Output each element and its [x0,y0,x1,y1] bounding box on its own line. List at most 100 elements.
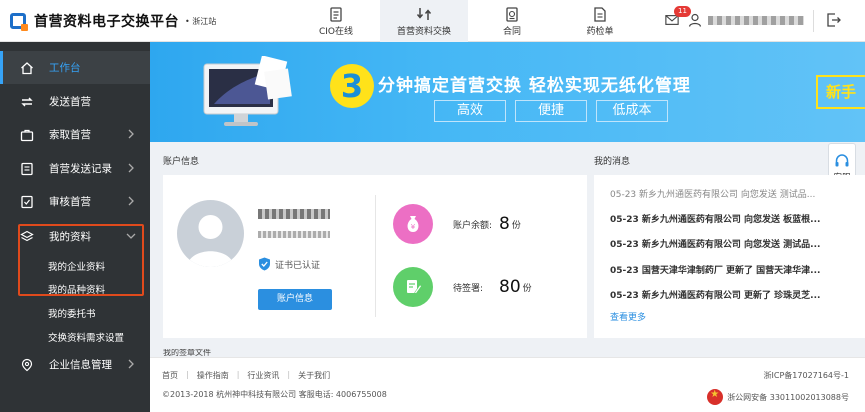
account-name-redacted [258,209,330,219]
tab-drug-report[interactable]: 药检单 [556,0,644,42]
tab-exchange[interactable]: 首营资料交换 [380,0,468,42]
main-nav: CIO在线 首营资料交换 合同 药检单 11 [292,0,700,42]
sidebar-item-label: 发送首营 [49,96,91,108]
avatar-silhouette-icon [187,215,234,267]
pending-unit: 份 [522,283,532,294]
police-emblem-icon [707,389,724,405]
approve-icon [21,195,33,208]
footer-link-home[interactable]: 首页 [162,370,178,381]
logo-station: • 浙江站 [185,16,217,26]
user-icon [688,13,702,27]
briefcase-icon [20,129,34,141]
tab-contract-label: 合同 [502,26,521,37]
pending-stat: 待签署: 80 份 [393,267,532,307]
balance-stat: ¥ 账户余额: 8 份 [393,204,521,244]
balance-label: 账户余额: [453,220,493,231]
tab-contract[interactable]: 合同 [468,0,556,42]
promo-banner[interactable]: 3 分钟搞定首营交换 轻松实现无纸化管理 高效 便捷 低成本 新手 [150,42,865,142]
footer-links: 首页 | 操作指南 | 行业资讯 | 关于我们 [162,370,331,381]
footer-icp[interactable]: 浙ICP备17027164号-1 [764,370,849,381]
banner-headline: 分钟搞定首营交换 轻松实现无纸化管理 [378,76,691,96]
chevron-right-icon [128,196,134,206]
pending-label: 待签署: [453,283,484,294]
message-item[interactable]: 05-23 新乡九州通医药有限公司 向您发送 板蓝根... [610,212,820,225]
banner-pill: 高效 [434,100,506,122]
logout-icon [827,13,841,27]
message-item[interactable]: 05-23 新乡九州通医药有限公司 向您发送 测试品... [610,187,815,200]
footer-police-record[interactable]: 浙公网安备 33011002013088号 [707,389,849,405]
sidebar-item-label: 工作台 [49,62,81,74]
footer-link-guide[interactable]: 操作指南 [197,370,229,381]
header-divider [813,10,814,32]
chevron-right-icon [128,359,134,369]
sidebar-item-request[interactable]: 索取首营 [0,118,150,151]
footer-copyright: ©2013-2018 杭州神中科技有限公司 客服电话: 4006755008 [162,390,387,399]
shield-check-icon [259,257,270,271]
message-item[interactable]: 05-23 国营天津华津制药厂 更新了 国营天津华津... [610,263,820,276]
messages-card: 05-23 新乡九州通医药有限公司 向您发送 测试品... 05-23 新乡九州… [594,175,865,338]
sidebar-item-label: 企业信息管理 [49,359,112,371]
headset-icon [835,154,849,167]
pending-value: 80 [499,277,521,297]
list-icon [21,162,33,175]
signed-files-section: 我的签章文件 [150,345,865,357]
tab-drug-report-label: 药检单 [586,26,614,37]
sync-icon [21,97,33,106]
banner-pill: 低成本 [596,100,668,122]
user-menu[interactable] [688,13,804,27]
certificate-text: 证书已认证 [275,260,321,271]
account-info-button[interactable]: 账户信息 [258,289,332,310]
signed-files-section-title: 我的签章文件 [163,349,211,357]
home-icon [21,61,33,74]
sidebar-item-send-records[interactable]: 首营发送记录 [0,152,150,185]
svg-text:¥: ¥ [411,223,416,231]
document-icon [594,6,606,22]
money-bag-icon: ¥ [393,204,433,244]
balance-unit: 份 [511,220,521,231]
banner-number: 3 [330,64,374,108]
user-name-redacted [708,15,804,25]
tab-cio-online-label: CIO在线 [318,26,354,37]
sidebar-subitem-power-of-attorney[interactable]: 我的委托书 [48,306,96,320]
sidebar-item-send[interactable]: 发送首营 [0,85,150,118]
footer-link-news[interactable]: 行业资讯 [247,370,279,381]
sidebar-item-review[interactable]: 审核首营 [0,185,150,218]
account-divider [375,195,376,317]
chevron-right-icon [128,163,134,173]
exchange-icon [416,7,432,20]
sidebar-item-label: 首营发送记录 [49,163,112,175]
chevron-right-icon [128,129,134,139]
tab-cio-online[interactable]: CIO在线 [292,0,380,42]
avatar [177,200,244,267]
footer-police-text: 浙公网安备 33011002013088号 [727,392,849,402]
banner-pills: 高效 便捷 低成本 [434,100,677,122]
logo[interactable]: 首营资料电子交换平台 • 浙江站 [10,11,216,31]
top-bar: 首营资料电子交换平台 • 浙江站 CIO在线 首营资料交换 合同 药检单 11 [0,0,865,42]
logout-button[interactable] [826,12,842,31]
monitor-illustration-icon [203,56,292,126]
messages-section-title: 我的消息 [594,157,631,167]
account-card: 证书已认证 账户信息 ¥ 账户余额: 8 份 待签署: 80 份 [163,175,587,338]
annotation-highlight-box [18,224,144,296]
clipboard-icon [330,6,342,22]
footer-link-about[interactable]: 关于我们 [298,370,330,381]
sidebar-item-workbench[interactable]: 工作台 [0,51,150,84]
logo-mark-icon [10,13,28,31]
account-section-title: 账户信息 [163,157,200,167]
message-item[interactable]: 05-23 新乡九州通医药有限公司 向您发送 测试品... [610,237,820,250]
contract-icon [506,6,518,22]
sidebar-item-label: 索取首营 [49,129,91,141]
footer: 首页 | 操作指南 | 行业资讯 | 关于我们 ©2013-2018 杭州神中科技有限… [150,357,865,412]
building-icon [21,358,33,371]
certificate-status: 证书已认证 [258,257,320,271]
sidebar-item-company-info[interactable]: 企业信息管理 [0,348,150,381]
beginner-guide-button[interactable]: 新手 [816,75,865,109]
tab-exchange-label: 首营资料交换 [396,26,451,37]
sidebar-subitem-exchange-settings[interactable]: 交换资料需求设置 [48,330,124,344]
message-item[interactable]: 05-23 新乡九州通医药有限公司 更新了 珍珠灵芝... [610,288,820,301]
view-more-link[interactable]: 查看更多 [610,310,646,323]
logo-text: 首营资料电子交换平台 [34,14,179,30]
balance-value: 8 [499,214,510,234]
account-id-redacted [258,231,330,238]
sign-document-icon [393,267,433,307]
